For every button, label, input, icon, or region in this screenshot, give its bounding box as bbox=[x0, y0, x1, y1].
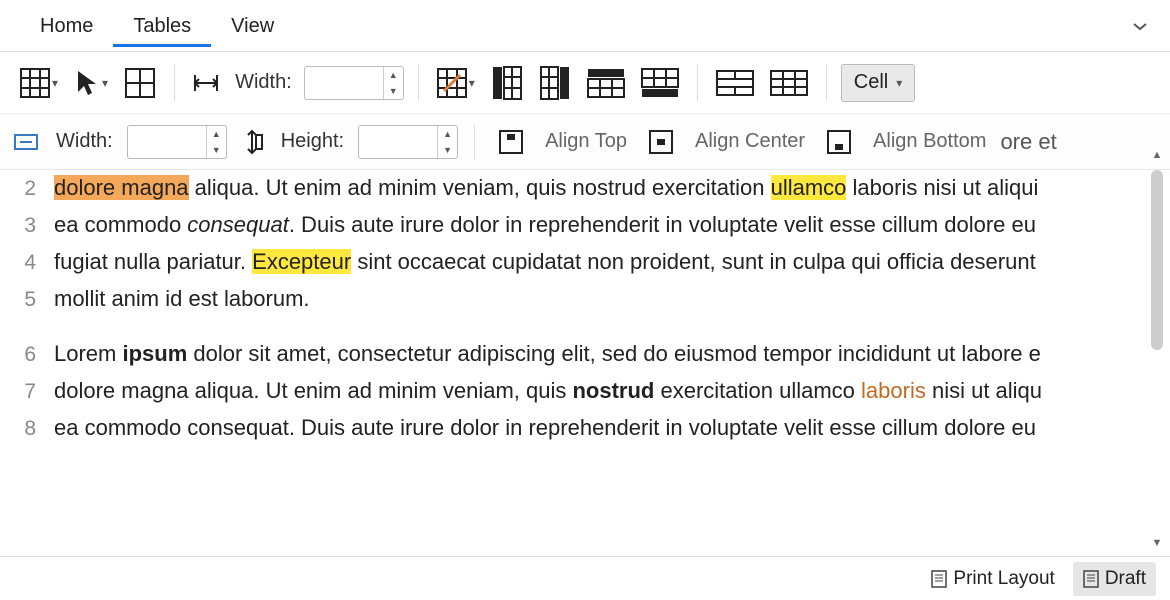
line-number: 8 bbox=[12, 411, 36, 447]
line-text[interactable]: ea commodo consequat. Duis aute irure do… bbox=[54, 207, 1148, 243]
insert-row-above-button[interactable] bbox=[583, 63, 629, 103]
select-pointer-button[interactable]: ▾ bbox=[70, 63, 112, 103]
document-line[interactable]: 6 Lorem ipsum dolor sit amet, consectetur… bbox=[12, 336, 1148, 373]
ribbon-tabs: Home Tables View bbox=[0, 0, 1170, 52]
table-toolbar-primary: ▾ ▾ Width: ▲ ▼ ▾ Cell bbox=[0, 52, 1170, 114]
line-number: 6 bbox=[12, 337, 36, 373]
table-toolbar-secondary: Width: ▲▼ Height: ▲▼ Align Top Align Cen… bbox=[0, 114, 1170, 170]
merge-cells-button[interactable] bbox=[712, 63, 758, 103]
chevron-down-icon: ▾ bbox=[896, 76, 902, 90]
line-text[interactable]: mollit anim id est laborum. bbox=[54, 281, 1148, 317]
align-top-button[interactable] bbox=[491, 122, 531, 162]
insert-table-button[interactable]: ▾ bbox=[16, 63, 62, 103]
cell-height-field[interactable] bbox=[359, 126, 437, 158]
cell-properties-button[interactable]: Cell ▾ bbox=[841, 64, 915, 102]
cell-width-input[interactable]: ▲▼ bbox=[127, 125, 227, 159]
toolbar-separator bbox=[174, 65, 175, 101]
print-layout-button[interactable]: Print Layout bbox=[921, 562, 1064, 596]
scroll-up-button[interactable]: ▲ bbox=[1148, 146, 1166, 164]
cell-height-icon bbox=[237, 122, 267, 162]
page-icon bbox=[931, 570, 947, 588]
document-view[interactable]: 2 dolore magna aliqua. Ut enim ad minim v… bbox=[0, 170, 1170, 556]
scroll-thumb[interactable] bbox=[1151, 170, 1163, 350]
line-text[interactable]: fugiat nulla pariatur. Excepteur sint oc… bbox=[54, 244, 1148, 280]
align-bottom-button[interactable] bbox=[819, 122, 859, 162]
cell-width-label: Width: bbox=[52, 130, 117, 153]
toolbar-separator bbox=[826, 65, 827, 101]
toolbar-separator bbox=[474, 124, 475, 160]
toolbar-separator bbox=[697, 65, 698, 101]
tab-home[interactable]: Home bbox=[20, 5, 113, 47]
cell-width-icon bbox=[10, 122, 42, 162]
split-cells-button[interactable] bbox=[766, 63, 812, 103]
document-line[interactable]: 7 dolore magna aliqua. Ut enim ad minim v… bbox=[12, 373, 1148, 410]
clipped-document-text: ore et bbox=[1000, 129, 1056, 155]
document-line[interactable]: 5 mollit anim id est laborum. bbox=[12, 281, 1148, 318]
line-text[interactable]: ea commodo consequat. Duis aute irure do… bbox=[54, 410, 1148, 446]
spinner-up[interactable]: ▲ bbox=[384, 67, 403, 83]
spinner-up[interactable]: ▲ bbox=[207, 126, 226, 142]
chevron-down-icon: ▾ bbox=[52, 76, 58, 90]
cell-height-label: Height: bbox=[277, 130, 348, 153]
line-number: 5 bbox=[12, 282, 36, 318]
document-line[interactable]: 4 fugiat nulla pariatur. Excepteur sint o… bbox=[12, 244, 1148, 281]
vertical-scrollbar[interactable]: ▲ ▼ bbox=[1148, 146, 1166, 552]
line-number: 4 bbox=[12, 245, 36, 281]
insert-column-right-button[interactable] bbox=[535, 63, 575, 103]
column-width-field[interactable] bbox=[305, 67, 383, 99]
line-text[interactable]: dolore magna aliqua. Ut enim ad minim ve… bbox=[54, 170, 1148, 206]
table-style-button[interactable]: ▾ bbox=[433, 63, 479, 103]
chevron-down-icon: ▾ bbox=[469, 76, 475, 90]
document-line[interactable]: 3 ea commodo consequat. Duis aute irure d… bbox=[12, 207, 1148, 244]
document-line[interactable]: 8 ea commodo consequat. Duis aute irure d… bbox=[12, 410, 1148, 447]
spinner-down[interactable]: ▼ bbox=[207, 142, 226, 158]
column-width-input[interactable]: ▲ ▼ bbox=[304, 66, 404, 100]
scroll-down-button[interactable]: ▼ bbox=[1148, 534, 1166, 552]
chevron-down-icon: ▾ bbox=[102, 76, 108, 90]
collapse-ribbon-button[interactable] bbox=[1130, 16, 1150, 36]
table-grid-button[interactable] bbox=[120, 63, 160, 103]
line-number: 2 bbox=[12, 171, 36, 207]
line-number: 7 bbox=[12, 374, 36, 410]
status-bar: Print Layout Draft bbox=[0, 556, 1170, 600]
toolbar-separator bbox=[418, 65, 419, 101]
line-text[interactable]: Lorem ipsum dolor sit amet, consectetur … bbox=[54, 336, 1148, 372]
align-bottom-label: Align Bottom bbox=[869, 130, 990, 153]
column-width-icon bbox=[189, 63, 223, 103]
draft-view-button[interactable]: Draft bbox=[1073, 562, 1156, 596]
insert-row-below-button[interactable] bbox=[637, 63, 683, 103]
align-center-label: Align Center bbox=[691, 130, 809, 153]
spinner-up[interactable]: ▲ bbox=[438, 126, 457, 142]
document-line[interactable]: 2 dolore magna aliqua. Ut enim ad minim v… bbox=[12, 170, 1148, 207]
line-text[interactable]: dolore magna aliqua. Ut enim ad minim ve… bbox=[54, 373, 1148, 409]
align-center-button[interactable] bbox=[641, 122, 681, 162]
line-number: 3 bbox=[12, 208, 36, 244]
spinner-down[interactable]: ▼ bbox=[438, 142, 457, 158]
align-top-label: Align Top bbox=[541, 130, 631, 153]
page-icon bbox=[1083, 570, 1099, 588]
width-label: Width: bbox=[231, 71, 296, 94]
insert-column-left-button[interactable] bbox=[487, 63, 527, 103]
cell-height-input[interactable]: ▲▼ bbox=[358, 125, 458, 159]
tab-view[interactable]: View bbox=[211, 5, 294, 47]
tab-tables[interactable]: Tables bbox=[113, 5, 211, 47]
spinner-down[interactable]: ▼ bbox=[384, 83, 403, 99]
cell-width-field[interactable] bbox=[128, 126, 206, 158]
